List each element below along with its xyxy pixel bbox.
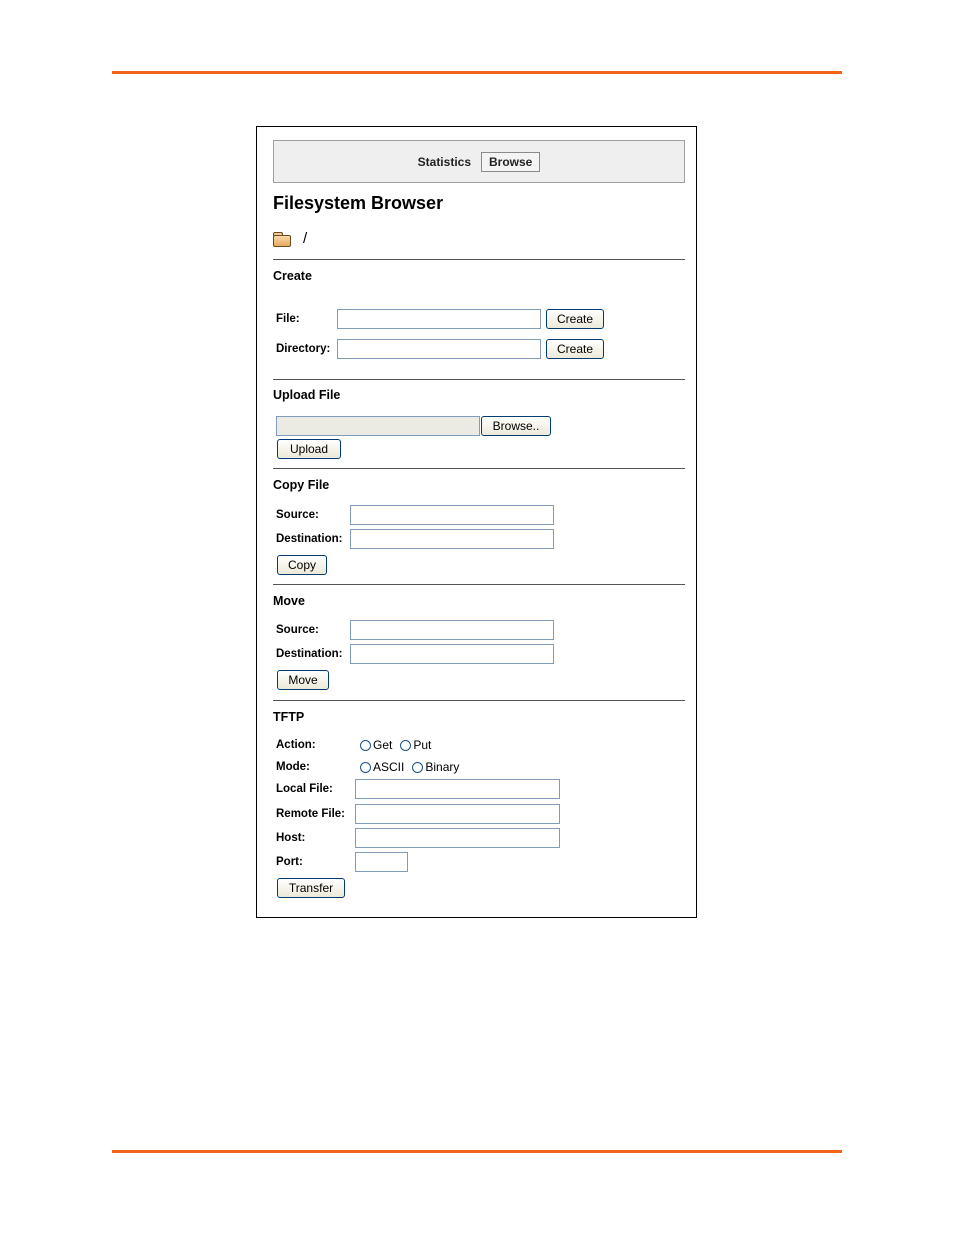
nav-browse-link[interactable]: Browse <box>481 151 541 172</box>
tftp-action-put-radio[interactable] <box>400 739 412 751</box>
file-label: File: <box>276 313 300 325</box>
move-source-label: Source: <box>276 624 319 636</box>
tftp-host-input[interactable] <box>355 828 560 848</box>
filesystem-browser-panel: Statistics Browse Filesystem Browser / C… <box>256 126 697 918</box>
tftp-remote-file-label: Remote File: <box>276 808 346 820</box>
tftp-port-input[interactable] <box>355 852 408 872</box>
tftp-port-label: Port: <box>276 856 303 868</box>
move-destination-label: Destination: <box>276 648 343 660</box>
move-destination-input[interactable] <box>350 644 554 664</box>
tftp-action-radio-group: Get Put <box>360 738 439 752</box>
create-file-button[interactable]: Create <box>546 309 604 329</box>
create-directory-input[interactable] <box>337 339 541 359</box>
divider <box>273 468 685 469</box>
nav-statistics-link[interactable]: Statistics <box>418 155 471 169</box>
tftp-remote-file-input[interactable] <box>355 804 560 824</box>
copy-button[interactable]: Copy <box>277 555 327 575</box>
divider <box>273 584 685 585</box>
move-button[interactable]: Move <box>277 670 329 690</box>
create-file-input[interactable] <box>337 309 541 329</box>
tftp-mode-binary-radio[interactable] <box>412 761 424 773</box>
path-text: / <box>303 230 308 247</box>
divider <box>273 259 685 260</box>
tftp-mode-ascii-radio[interactable] <box>360 761 371 773</box>
tftp-local-file-input[interactable] <box>355 779 560 799</box>
footer-rule <box>112 1150 842 1153</box>
copy-source-input[interactable] <box>350 505 554 525</box>
tftp-action-get-radio[interactable] <box>360 739 371 751</box>
copy-section-title: Copy File <box>273 478 330 492</box>
tftp-section-title: TFTP <box>273 710 305 724</box>
page-title: Filesystem Browser <box>273 193 444 213</box>
move-section-title: Move <box>273 594 305 608</box>
tftp-host-label: Host: <box>276 832 306 844</box>
nav-bar: Statistics Browse <box>273 140 685 183</box>
divider <box>273 700 685 701</box>
tftp-local-file-label: Local File: <box>276 783 333 795</box>
copy-source-label: Source: <box>276 509 319 521</box>
current-path: / <box>273 230 307 247</box>
header-rule <box>112 71 842 74</box>
tftp-mode-ascii-label[interactable]: ASCII <box>373 760 404 774</box>
tftp-mode-label: Mode: <box>276 761 310 773</box>
tftp-mode-binary-label[interactable]: Binary <box>425 760 459 774</box>
tftp-mode-radio-group: ASCII Binary <box>360 760 467 774</box>
upload-section-title: Upload File <box>273 388 341 402</box>
copy-destination-label: Destination: <box>276 533 343 545</box>
tftp-action-get-label[interactable]: Get <box>373 738 392 752</box>
divider <box>273 379 685 380</box>
copy-destination-input[interactable] <box>350 529 554 549</box>
move-source-input[interactable] <box>350 620 554 640</box>
tftp-action-label: Action: <box>276 739 316 751</box>
upload-button[interactable]: Upload <box>277 439 341 459</box>
upload-file-path-input[interactable] <box>276 416 480 436</box>
folder-icon[interactable] <box>273 231 291 247</box>
browse-button[interactable]: Browse.. <box>481 416 551 436</box>
create-section-title: Create <box>273 269 312 283</box>
directory-label: Directory: <box>276 343 331 355</box>
create-directory-button[interactable]: Create <box>546 339 604 359</box>
tftp-action-put-label[interactable]: Put <box>413 738 431 752</box>
transfer-button[interactable]: Transfer <box>277 878 345 898</box>
